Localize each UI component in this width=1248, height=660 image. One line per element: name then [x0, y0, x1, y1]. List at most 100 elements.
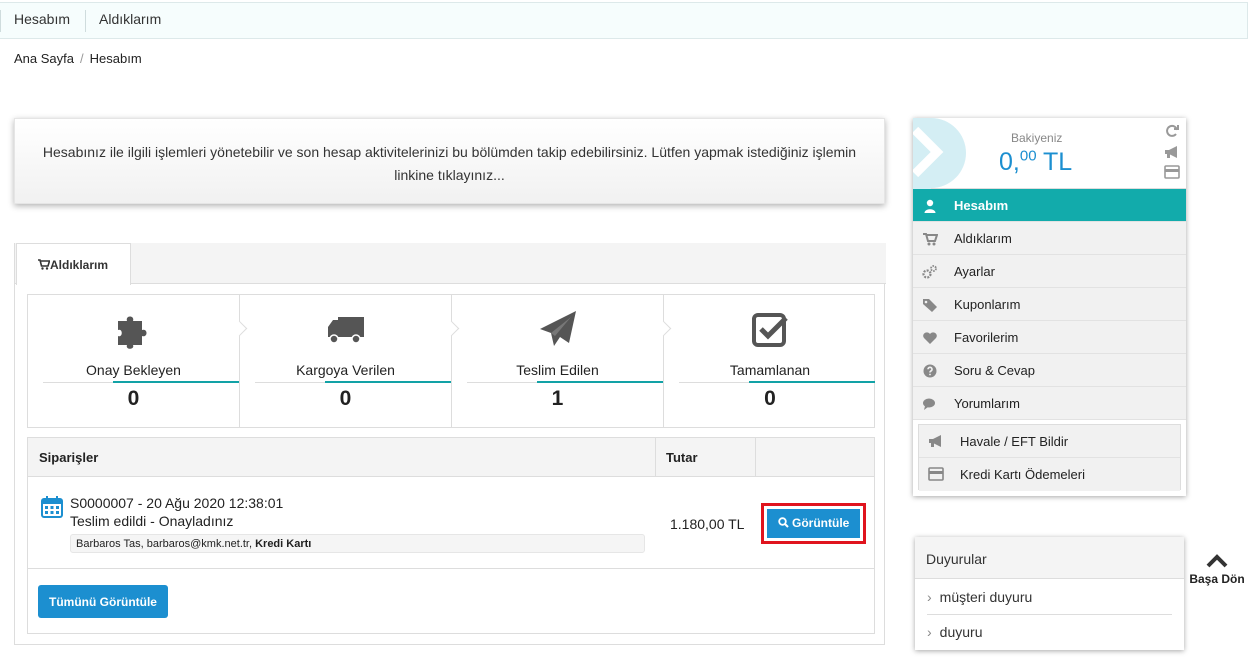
truck-icon — [327, 317, 364, 344]
stat-value: 0 — [764, 387, 776, 410]
orders-panel: Aldıklarım Onay Bekleyen 0 Kargoya Veril… — [14, 243, 886, 645]
menu-item-favorilerim[interactable]: Favorilerim — [913, 321, 1186, 354]
nav-link-hesabim[interactable]: Hesabım — [14, 11, 70, 27]
calendar-icon — [41, 496, 63, 518]
stat-delivered[interactable]: Teslim Edilen 1 — [452, 295, 672, 427]
nav-divider — [0, 10, 1, 32]
customer-info: Barbaros Tas, barbaros@kmk.net.tr, — [76, 538, 256, 550]
balance-value: 0,00 TL — [999, 148, 1072, 177]
table-row: S0000007 - 20 Ağu 2020 12:38:01 Teslim e… — [28, 477, 874, 569]
menu-label: Aldıklarım — [954, 231, 1012, 246]
menu-label: Hesabım — [954, 198, 1009, 213]
announcements-title: Duyurular — [915, 537, 1184, 579]
tab-strip — [15, 243, 886, 284]
order-amount: 1.180,00 TL — [670, 516, 745, 532]
menu-label: Soru & Cevap — [954, 363, 1035, 378]
stat-label: Teslim Edilen — [516, 362, 599, 378]
menu-label: Favorilerim — [954, 330, 1019, 345]
balance-box: Bakiyeniz 0,00 TL — [913, 118, 1186, 189]
paper-plane-icon — [539, 311, 576, 346]
announcement-label: duyuru — [939, 624, 983, 640]
heart-icon — [923, 332, 937, 344]
search-icon — [777, 517, 789, 528]
view-order-button[interactable]: Görüntüle — [767, 509, 860, 538]
intro-text-line2: linkine tıklayınız... — [394, 167, 505, 183]
nav-link-aldiklarim[interactable]: Aldıklarım — [99, 11, 161, 27]
menu-item-soru-cevap[interactable]: Soru & Cevap — [913, 354, 1186, 387]
menu-item-ayarlar[interactable]: Ayarlar — [913, 255, 1186, 288]
announcements-panel: Duyurular › müşteri duyuru › duyuru — [915, 537, 1184, 650]
intro-panel: Hesabınız ile ilgili işlemleri yönetebil… — [14, 118, 885, 204]
stat-value: 0 — [127, 387, 140, 410]
intro-text-line1: Hesabınız ile ilgili işlemleri yönetebil… — [42, 144, 857, 160]
account-menu: Hesabım Aldıklarım Ayarlar Kuponlarım Fa… — [913, 189, 1186, 420]
breadcrumb-separator: / — [80, 51, 84, 66]
menu-label: Havale / EFT Bildir — [960, 434, 1069, 449]
chevron-logo-icon — [913, 118, 966, 189]
menu-label: Ayarlar — [954, 264, 995, 279]
tags-icon — [923, 299, 937, 312]
col-orders: Siparişler — [39, 450, 99, 465]
credit-card-icon — [928, 467, 944, 481]
stat-pending[interactable]: Onay Bekleyen 0 — [28, 295, 248, 427]
question-icon — [923, 364, 937, 378]
col-amount: Tutar — [666, 450, 698, 465]
view-order-label: Görüntüle — [792, 516, 850, 530]
account-sidebar: Bakiyeniz 0,00 TL Hesabım Aldıklarım Aya… — [913, 118, 1186, 496]
order-stats: Onay Bekleyen 0 Kargoya Verilen 0 Teslim… — [27, 294, 875, 428]
chevron-right-icon: › — [927, 624, 932, 640]
menu-item-kredi-karti[interactable]: Kredi Kartı Ödemeleri — [919, 458, 1180, 491]
menu-item-kuponlarim[interactable]: Kuponlarım — [913, 288, 1186, 321]
menu-label: Yorumlarım — [954, 396, 1020, 411]
stat-label: Kargoya Verilen — [296, 362, 395, 378]
stat-value: 1 — [551, 387, 564, 410]
menu-item-yorumlarim[interactable]: Yorumlarım — [913, 387, 1186, 420]
refresh-icon[interactable] — [1164, 124, 1180, 138]
cart-icon — [923, 233, 938, 246]
bullhorn-icon[interactable] — [1164, 145, 1180, 159]
chevron-right-icon: › — [927, 589, 932, 605]
chevron-up-icon — [1206, 554, 1228, 568]
back-to-top-label: Başa Dön — [1189, 572, 1245, 586]
menu-item-hesabim[interactable]: Hesabım — [913, 189, 1186, 222]
stat-shipped[interactable]: Kargoya Verilen 0 — [240, 295, 460, 427]
back-to-top-button[interactable]: Başa Dön — [1188, 553, 1246, 586]
balance-label: Bakiyeniz — [1011, 131, 1063, 145]
balance-dec: 00 — [1019, 147, 1037, 165]
orders-table: Siparişler Tutar S0000007 - 20 Ağu 2020 … — [27, 437, 875, 634]
tab-label: Aldıklarım — [50, 258, 109, 272]
breadcrumb-current: Hesabım — [89, 51, 142, 66]
user-icon — [924, 199, 936, 213]
top-nav: Hesabım Aldıklarım — [0, 2, 1248, 39]
puzzle-icon — [117, 316, 146, 349]
balance-int: 0, — [999, 148, 1020, 176]
orders-table-header: Siparişler Tutar — [28, 438, 874, 477]
order-id-date: S0000007 - 20 Ağu 2020 12:38:01 — [70, 495, 284, 511]
stat-value: 0 — [339, 387, 352, 410]
announcement-label: müşteri duyuru — [939, 589, 1033, 605]
stat-label: Onay Bekleyen — [86, 362, 181, 378]
payment-method: Kredi Kartı — [255, 538, 312, 550]
gears-icon — [922, 265, 937, 279]
credit-card-icon[interactable] — [1164, 165, 1180, 179]
menu-item-havale-eft[interactable]: Havale / EFT Bildir — [919, 425, 1180, 458]
bullhorn-icon — [929, 435, 941, 447]
nav-divider — [85, 10, 86, 32]
view-all-button[interactable]: Tümünü Görüntüle — [38, 585, 168, 618]
cart-icon — [38, 259, 50, 270]
comments-icon — [923, 398, 935, 410]
menu-label: Kredi Kartı Ödemeleri — [960, 467, 1085, 482]
order-customer: Barbaros Tas, barbaros@kmk.net.tr, Kredi… — [70, 534, 645, 553]
menu-label: Kuponlarım — [954, 297, 1021, 312]
view-button-highlight: Görüntüle — [761, 503, 866, 544]
stat-label: Tamamlanan — [729, 362, 811, 378]
payment-submenu: Havale / EFT Bildir Kredi Kartı Ödemeler… — [918, 424, 1181, 491]
announcement-item[interactable]: › duyuru — [927, 624, 982, 640]
balance-currency: TL — [1036, 148, 1073, 176]
menu-item-aldiklarim[interactable]: Aldıklarım — [913, 222, 1186, 255]
breadcrumb-home[interactable]: Ana Sayfa — [14, 51, 74, 66]
tab-aldiklarim[interactable]: Aldıklarım — [16, 243, 131, 285]
announcement-item[interactable]: › müşteri duyuru — [927, 589, 1032, 605]
order-status: Teslim edildi - Onayladınız — [70, 513, 234, 529]
stat-completed[interactable]: Tamamlanan 0 — [664, 295, 876, 427]
